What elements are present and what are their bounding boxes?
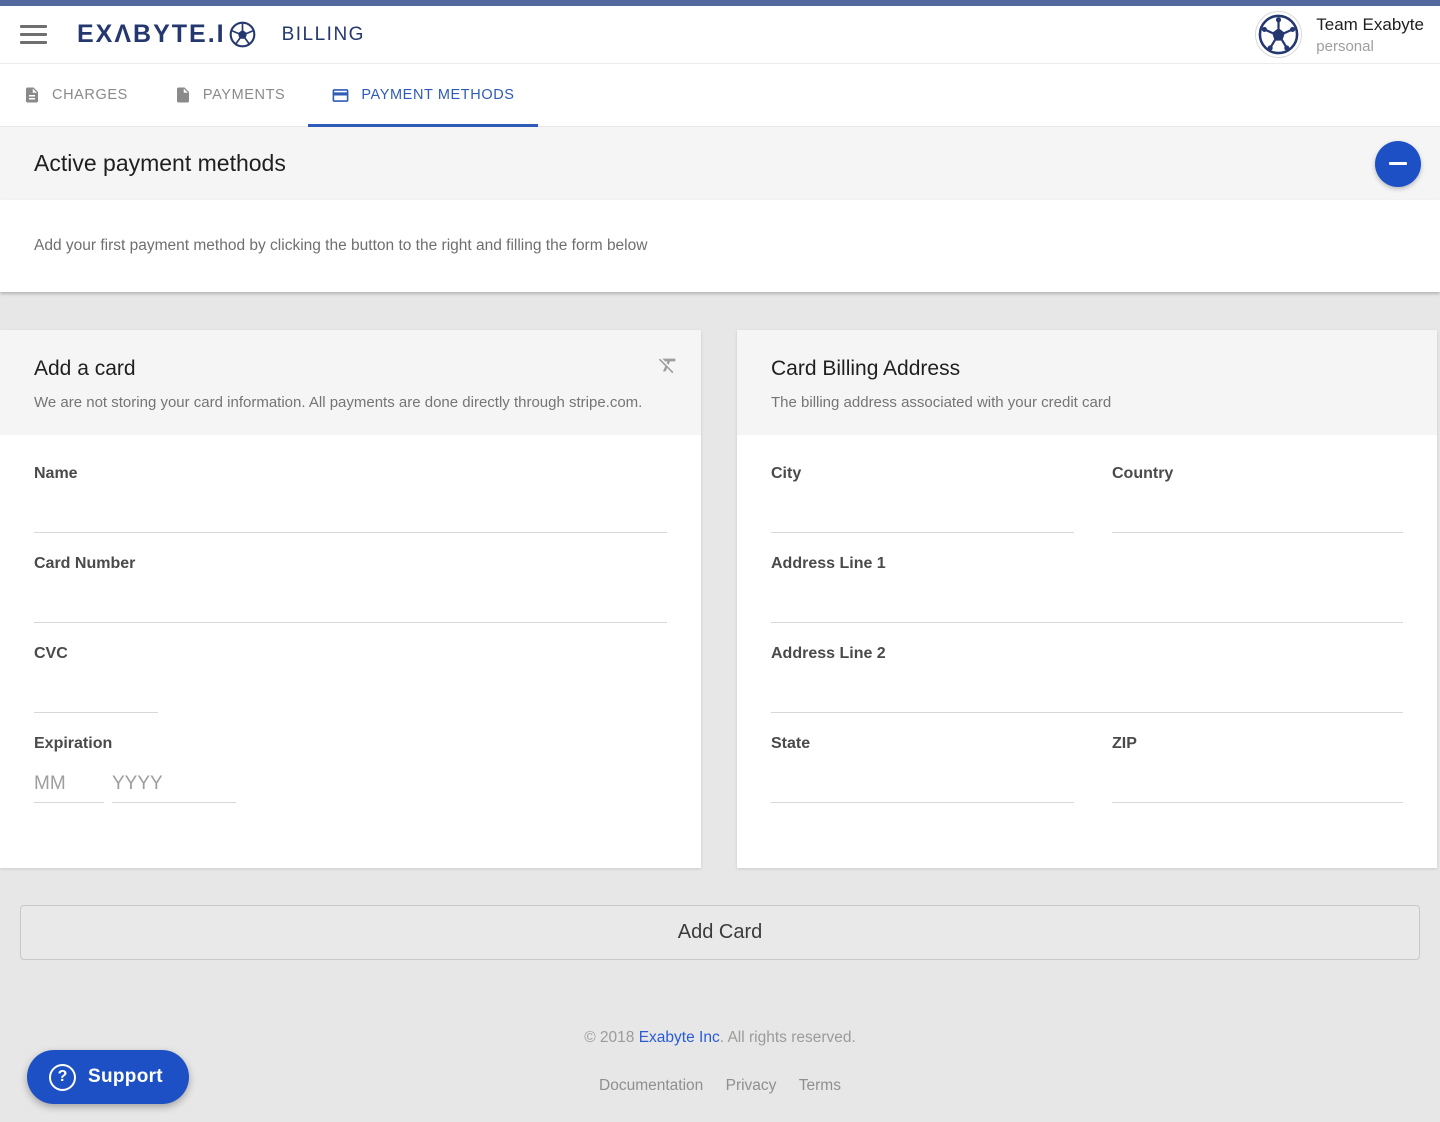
add-card-form: Name Card Number CVC Expiration bbox=[0, 435, 701, 803]
country-input[interactable] bbox=[1112, 495, 1403, 533]
cvc-field-group: CVC bbox=[34, 623, 667, 713]
exabyte-logo[interactable]: EXΛBYTE.I bbox=[77, 21, 256, 48]
card-number-input[interactable] bbox=[34, 585, 667, 623]
tab-label: PAYMENTS bbox=[203, 87, 285, 103]
receipt-icon bbox=[23, 86, 41, 104]
expiration-month-input[interactable] bbox=[34, 765, 104, 803]
expiration-label: Expiration bbox=[34, 735, 667, 753]
cvc-label: CVC bbox=[34, 645, 667, 663]
address-line-1-field-group: Address Line 1 bbox=[771, 533, 1403, 623]
expiration-year-input[interactable] bbox=[112, 765, 236, 803]
name-label: Name bbox=[34, 465, 667, 483]
empty-state-hint: Add your first payment method by clickin… bbox=[0, 200, 1440, 292]
menu-icon[interactable] bbox=[20, 25, 47, 44]
city-input[interactable] bbox=[771, 495, 1074, 533]
logo-text: EXΛBYTE.I bbox=[77, 22, 226, 47]
billing-address-header: Card Billing Address The billing address… bbox=[737, 330, 1437, 435]
soccer-ball-icon bbox=[229, 21, 256, 48]
country-label: Country bbox=[1112, 465, 1403, 483]
add-card-button[interactable]: Add Card bbox=[20, 905, 1420, 960]
address-line-2-label: Address Line 2 bbox=[771, 645, 1403, 663]
tab-label: CHARGES bbox=[52, 87, 128, 103]
account-switcher[interactable]: Team Exabyte personal bbox=[1255, 11, 1424, 58]
card-title: Card Billing Address bbox=[771, 357, 1403, 381]
address-line-2-field-group: Address Line 2 bbox=[771, 623, 1403, 713]
tab-payment-methods[interactable]: PAYMENT METHODS bbox=[308, 64, 537, 126]
zip-field-group: ZIP bbox=[1112, 713, 1403, 803]
tab-charges[interactable]: CHARGES bbox=[0, 64, 151, 126]
terms-link[interactable]: Terms bbox=[799, 1077, 841, 1094]
company-link[interactable]: Exabyte Inc bbox=[639, 1029, 720, 1046]
name-field-group: Name bbox=[34, 443, 667, 533]
name-input[interactable] bbox=[34, 495, 667, 533]
account-type: personal bbox=[1316, 38, 1424, 55]
section-title: Active payment methods bbox=[34, 150, 286, 177]
minus-icon bbox=[1389, 162, 1407, 165]
address-line-1-label: Address Line 1 bbox=[771, 555, 1403, 573]
format-clear-icon bbox=[657, 354, 679, 376]
collapse-panel-button[interactable] bbox=[1375, 141, 1421, 187]
city-field-group: City bbox=[771, 443, 1074, 533]
cvc-input[interactable] bbox=[34, 675, 158, 713]
tab-payments[interactable]: PAYMENTS bbox=[151, 64, 308, 126]
zip-input[interactable] bbox=[1112, 765, 1403, 803]
card-number-label: Card Number bbox=[34, 555, 667, 573]
team-avatar bbox=[1255, 11, 1302, 58]
account-name: Team Exabyte bbox=[1316, 15, 1424, 35]
state-label: State bbox=[771, 735, 1074, 753]
expiration-field-group: Expiration bbox=[34, 713, 667, 803]
footer-links: Documentation Privacy Terms bbox=[0, 1077, 1440, 1095]
document-icon bbox=[174, 86, 192, 104]
clear-form-button[interactable] bbox=[657, 354, 679, 376]
app-header: EXΛBYTE.I BILLING bbox=[0, 6, 1440, 64]
country-field-group: Country bbox=[1112, 443, 1403, 533]
city-label: City bbox=[771, 465, 1074, 483]
add-card-panel: Add a card We are not storing your card … bbox=[0, 330, 701, 868]
help-icon: ? bbox=[49, 1064, 76, 1091]
payment-methods-content: Add a card We are not storing your card … bbox=[0, 292, 1440, 1121]
card-subtitle: We are not storing your card information… bbox=[34, 394, 667, 411]
state-input[interactable] bbox=[771, 765, 1074, 803]
credit-card-icon bbox=[331, 86, 350, 105]
card-number-field-group: Card Number bbox=[34, 533, 667, 623]
support-button[interactable]: ? Support bbox=[27, 1050, 189, 1104]
add-card-header: Add a card We are not storing your card … bbox=[0, 330, 701, 435]
address-line-1-input[interactable] bbox=[771, 585, 1403, 623]
zip-label: ZIP bbox=[1112, 735, 1403, 753]
documentation-link[interactable]: Documentation bbox=[599, 1077, 703, 1094]
billing-address-panel: Card Billing Address The billing address… bbox=[737, 330, 1437, 868]
privacy-link[interactable]: Privacy bbox=[726, 1077, 777, 1094]
billing-address-form: City Country Address Line 1 Address Line… bbox=[737, 435, 1437, 803]
page-title: BILLING bbox=[282, 24, 365, 46]
active-payment-methods-bar: Active payment methods bbox=[0, 127, 1440, 200]
state-field-group: State bbox=[771, 713, 1074, 803]
support-label: Support bbox=[88, 1066, 163, 1088]
card-subtitle: The billing address associated with your… bbox=[771, 394, 1403, 411]
copyright-line: © 2018 Exabyte Inc. All rights reserved. bbox=[0, 1029, 1440, 1047]
card-title: Add a card bbox=[34, 357, 667, 381]
address-line-2-input[interactable] bbox=[771, 675, 1403, 713]
tab-label: PAYMENT METHODS bbox=[361, 87, 514, 103]
billing-tabbar: CHARGES PAYMENTS PAYMENT METHODS bbox=[0, 64, 1440, 127]
expiration-inputs bbox=[34, 753, 667, 803]
